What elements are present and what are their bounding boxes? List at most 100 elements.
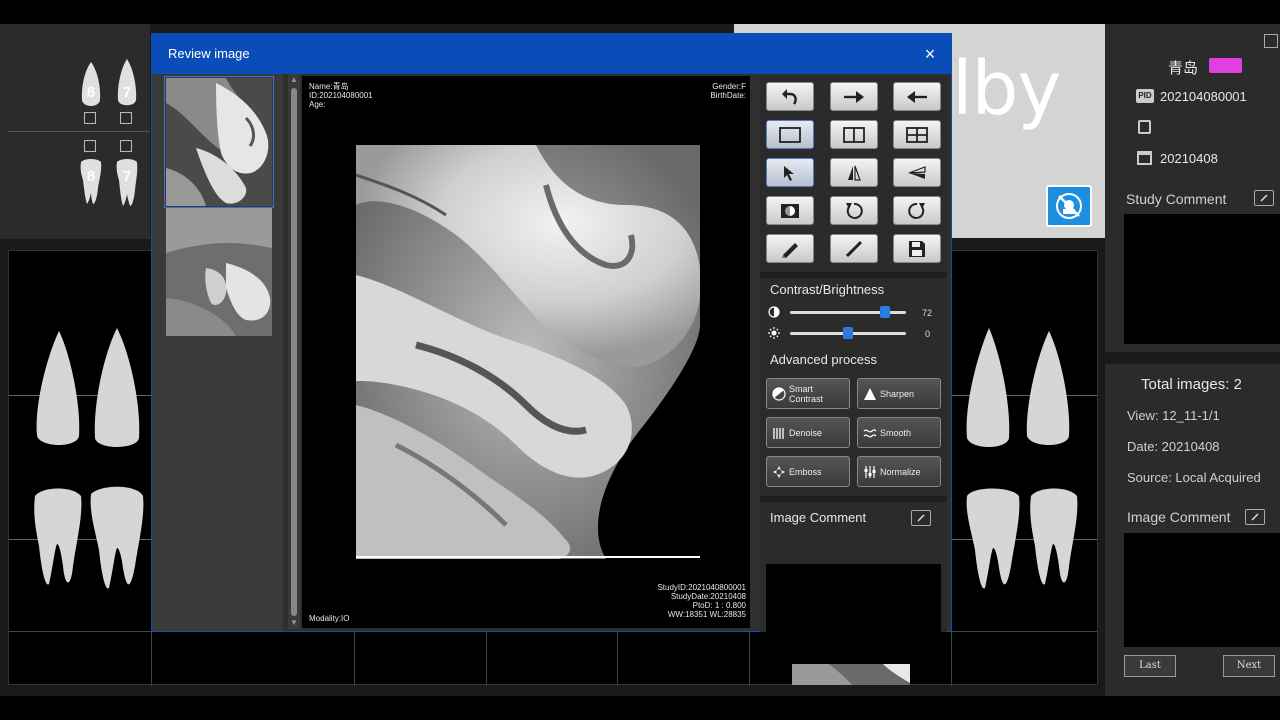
tool-separator (760, 272, 947, 278)
annotate-button[interactable] (766, 234, 814, 263)
invert-button[interactable] (766, 196, 814, 225)
redo-button[interactable] (830, 82, 878, 111)
grid-line (951, 631, 952, 686)
study-comment-box[interactable] (1124, 214, 1280, 344)
image-comment-edit-button[interactable] (911, 510, 931, 526)
tooth-number: 7 (122, 84, 132, 101)
select-button[interactable] (766, 158, 814, 187)
thumbnail-list (152, 74, 283, 631)
rotate-right-button[interactable] (893, 196, 941, 225)
tooth-8-upper[interactable]: 8 (79, 60, 103, 110)
layout-two-button[interactable] (830, 120, 878, 149)
pencil-icon (1260, 194, 1268, 202)
denoise-button[interactable]: Denoise (766, 417, 850, 448)
tooth-8-upper-checkbox[interactable] (84, 112, 96, 124)
smart-contrast-button[interactable]: Smart Contrast (766, 378, 850, 409)
gender-female-badge (1209, 58, 1242, 73)
normalize-label: Normalize (880, 466, 921, 477)
view-info: View: 12_11-1/1 (1127, 408, 1220, 423)
scroll-down-arrow-icon[interactable]: ▼ (288, 617, 300, 629)
overlay-name: Name:青岛 (309, 82, 349, 91)
contrast-value: 72 (922, 308, 933, 318)
image-comment-edit-button[interactable] (1245, 509, 1265, 525)
dental-xray-image[interactable] (356, 145, 700, 559)
layout-single-button[interactable] (766, 120, 814, 149)
thumbnail-1[interactable] (164, 76, 274, 208)
rotate-left-button[interactable] (830, 196, 878, 225)
image-comment-box[interactable] (766, 564, 941, 664)
flip-horizontal-button[interactable] (830, 158, 878, 187)
brightness-icon (768, 327, 780, 339)
calendar-icon (1137, 151, 1152, 165)
save-button[interactable] (893, 234, 941, 263)
image-comment-box[interactable] (1124, 533, 1280, 647)
tooth-8-lower-checkbox[interactable] (84, 140, 96, 152)
review-image-dialog: Review image × ▲ ▼ Name:青岛 ID:2021040800… (151, 33, 952, 664)
measure-button[interactable] (830, 234, 878, 263)
brightness-slider-knob[interactable] (843, 327, 853, 339)
tooth-7-lower[interactable]: 7 (115, 158, 139, 208)
layout-four-button[interactable] (893, 120, 941, 149)
contrast-slider-knob[interactable] (880, 306, 891, 318)
tooth-number: 7 (122, 168, 132, 185)
flip-vertical-button[interactable] (893, 158, 941, 187)
emboss-button[interactable]: Emboss (766, 456, 850, 487)
scroll-thumb[interactable] (291, 88, 297, 616)
grid-line (354, 631, 355, 686)
emboss-label: Emboss (789, 466, 822, 477)
phone-icon (1138, 120, 1151, 134)
tooth-number: 8 (86, 84, 96, 101)
floppy-disk-icon (909, 240, 925, 257)
tool-separator (760, 496, 947, 502)
teeth-illustration-left (34, 328, 144, 589)
image-viewer[interactable]: Name:青岛 ID:202104080001 Age: Gender:F Bi… (302, 76, 750, 628)
study-comment-label: Study Comment (1126, 191, 1227, 207)
four-pane-icon (906, 126, 928, 143)
tooth-7-lower-checkbox[interactable] (120, 140, 132, 152)
ruler-icon (845, 240, 863, 257)
cursor-icon (784, 165, 794, 181)
single-pane-icon (779, 126, 801, 143)
grid-line (151, 631, 152, 686)
smooth-button[interactable]: Smooth (857, 417, 941, 448)
tooth-7-upper-checkbox[interactable] (120, 112, 132, 124)
sharpen-label: Sharpen (880, 388, 915, 399)
scroll-up-arrow-icon[interactable]: ▲ (288, 74, 300, 86)
contrast-icon (768, 306, 780, 318)
rotate-left-icon (846, 202, 863, 219)
undo-button[interactable] (766, 82, 814, 111)
overlay-top-right: Gender:F BirthDate: (710, 82, 746, 100)
close-button[interactable]: × (919, 43, 941, 65)
no-camera-icon[interactable] (1046, 185, 1092, 227)
smart-contrast-label: Smart Contrast (789, 383, 824, 404)
back-button[interactable] (893, 82, 941, 111)
normalize-button[interactable]: Normalize (857, 456, 941, 487)
next-button[interactable]: Next (1223, 655, 1275, 677)
last-button[interactable]: Last (1124, 655, 1176, 677)
pencil-icon (782, 242, 798, 258)
emboss-icon (771, 464, 786, 479)
panel-separator (1105, 352, 1280, 364)
image-comment-title: Image Comment (770, 510, 867, 525)
sharpen-button[interactable]: Sharpen (857, 378, 941, 409)
dialog-title-bar: Review image × (152, 34, 951, 74)
thumbnail-scrollbar[interactable]: ▲ ▼ (288, 74, 300, 629)
overlay-modality: Modality:IO (309, 614, 350, 623)
overlay-gender: Gender:F (712, 82, 746, 91)
patient-name: 青岛 (1168, 60, 1199, 77)
patient-date: 20210408 (1160, 151, 1218, 166)
user-switch-icon[interactable] (1264, 34, 1278, 48)
tooth-7-upper[interactable]: 7 (115, 58, 139, 108)
grid-line (749, 631, 750, 686)
thumbnail-2[interactable] (166, 208, 272, 336)
smart-contrast-icon (771, 386, 786, 401)
grid-line (486, 631, 487, 686)
overlay-top-left: Name:青岛 ID:202104080001 Age: (309, 82, 373, 109)
teeth-illustration-right (966, 328, 1078, 589)
study-comment-edit-button[interactable] (1254, 190, 1274, 206)
overlay-study-date: StudyDate:20210408 (670, 592, 746, 601)
smooth-label: Smooth (880, 427, 912, 438)
two-pane-icon (843, 126, 865, 143)
denoise-icon (771, 425, 786, 440)
tooth-8-lower[interactable]: 8 (79, 158, 103, 208)
